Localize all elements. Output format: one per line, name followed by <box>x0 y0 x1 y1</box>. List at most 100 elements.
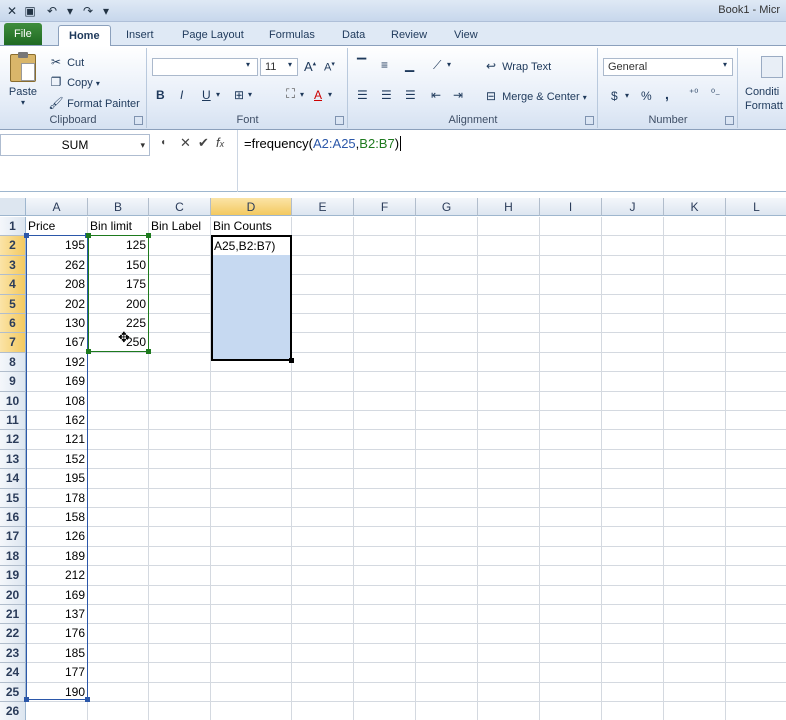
tab-data[interactable]: Data <box>332 25 375 46</box>
range-handle[interactable] <box>24 697 29 702</box>
alignment-launcher-icon[interactable] <box>585 116 594 125</box>
clipboard-launcher-icon[interactable] <box>134 116 143 125</box>
formula-input[interactable]: =frequency(A2:A25,B2:B7) <box>237 130 786 192</box>
cell-A23[interactable]: 185 <box>26 644 88 663</box>
tab-home[interactable]: Home <box>58 25 111 46</box>
range-handle[interactable] <box>146 349 151 354</box>
row-header-22[interactable]: 22 <box>0 624 26 644</box>
comma-button[interactable]: , <box>665 86 669 102</box>
borders-icon[interactable]: ⊞ <box>234 88 244 102</box>
row-header-9[interactable]: 9 <box>0 372 26 392</box>
column-header-G[interactable]: G <box>416 198 478 216</box>
cancel-icon[interactable]: ✕ <box>180 135 191 151</box>
grow-font-icon[interactable]: A▴ <box>304 59 316 74</box>
row-header-15[interactable]: 15 <box>0 488 26 508</box>
cell-A19[interactable]: 212 <box>26 566 88 585</box>
percent-button[interactable]: % <box>641 89 652 103</box>
number-format-select[interactable]: General <box>603 58 733 76</box>
underline-dropdown-icon[interactable]: ▾ <box>216 90 220 99</box>
cell-A16[interactable]: 158 <box>26 508 88 527</box>
cell-D1[interactable]: Bin Counts <box>211 217 292 236</box>
range-handle[interactable] <box>86 349 91 354</box>
increase-decimal-icon[interactable]: ⁺⁰ <box>689 88 698 99</box>
increase-indent-icon[interactable]: ⇥ <box>453 88 463 102</box>
undo-icon[interactable]: ↶ <box>44 3 60 19</box>
cell-A7[interactable]: 167 <box>26 333 88 352</box>
column-header-E[interactable]: E <box>292 198 354 216</box>
column-header-A[interactable]: A <box>26 198 88 216</box>
currency-dropdown-icon[interactable]: ▾ <box>625 91 629 100</box>
row-header-16[interactable]: 16 <box>0 508 26 528</box>
cell-A13[interactable]: 152 <box>26 450 88 469</box>
cell-A11[interactable]: 162 <box>26 411 88 430</box>
merge-dropdown-icon[interactable]: ▾ <box>583 93 587 102</box>
name-box-dropdown-icon[interactable]: ▾ <box>140 135 145 155</box>
cell-B5[interactable]: 200 <box>88 295 149 314</box>
row-header-12[interactable]: 12 <box>0 430 26 450</box>
row-header-19[interactable]: 19 <box>0 566 26 586</box>
cell-A12[interactable]: 121 <box>26 430 88 449</box>
font-color-dropdown-icon[interactable]: ▾ <box>328 90 332 99</box>
cell-A4[interactable]: 208 <box>26 275 88 294</box>
font-name-dropdown-icon[interactable]: ▾ <box>246 60 250 69</box>
align-top-icon[interactable]: ▔ <box>357 58 366 72</box>
font-launcher-icon[interactable] <box>335 116 344 125</box>
cell-A2[interactable]: 195 <box>26 236 88 255</box>
worksheet-grid[interactable]: ABCDEFGHIJKL 1 2 3 4 5 6 7 8 9 10 11 12 13 14 15 16 17 18… <box>0 192 786 720</box>
row-header-5[interactable]: 5 <box>0 294 26 314</box>
cell-A14[interactable]: 195 <box>26 469 88 488</box>
range-handle[interactable] <box>86 233 91 238</box>
row-header-26[interactable]: 26 <box>0 702 26 720</box>
undo-dropdown-icon[interactable]: ▾ <box>62 3 78 19</box>
cell-A25[interactable]: 190 <box>26 683 88 702</box>
italic-button[interactable]: I <box>180 88 183 102</box>
select-all-button[interactable] <box>0 198 26 216</box>
font-size-dropdown-icon[interactable]: ▾ <box>288 60 292 69</box>
resize-handle-icon[interactable]: ◖ <box>160 137 166 148</box>
cell-B1[interactable]: Bin limit <box>88 217 149 236</box>
row-header-25[interactable]: 25 <box>0 682 26 702</box>
cell-A10[interactable]: 108 <box>26 392 88 411</box>
cell-A20[interactable]: 169 <box>26 586 88 605</box>
column-header-L[interactable]: L <box>726 198 786 216</box>
row-header-6[interactable]: 6 <box>0 314 26 334</box>
cell-D2-editing[interactable]: A25,B2:B7) <box>213 237 290 255</box>
fill-color-dropdown-icon[interactable]: ▾ <box>300 90 304 99</box>
column-header-C[interactable]: C <box>149 198 211 216</box>
column-header-I[interactable]: I <box>540 198 602 216</box>
font-color-icon[interactable]: A <box>314 88 322 102</box>
cell-A17[interactable]: 126 <box>26 527 88 546</box>
tab-page-layout[interactable]: Page Layout <box>172 25 254 46</box>
row-header-21[interactable]: 21 <box>0 605 26 625</box>
cell-A3[interactable]: 262 <box>26 256 88 275</box>
row-header-13[interactable]: 13 <box>0 449 26 470</box>
enter-check-icon[interactable]: ✔ <box>198 135 209 151</box>
row-header-1[interactable]: 1 <box>0 217 26 237</box>
orientation-icon[interactable]: ⟋ <box>433 58 441 73</box>
borders-dropdown-icon[interactable]: ▾ <box>248 90 252 99</box>
selected-range-d2-d7[interactable]: A25,B2:B7) <box>211 235 292 361</box>
copy-dropdown-icon[interactable]: ▾ <box>96 79 100 88</box>
align-middle-icon[interactable]: ≡ <box>381 58 388 72</box>
copy-button[interactable]: ❐ Copy ▾ <box>48 74 100 90</box>
row-header-11[interactable]: 11 <box>0 411 26 431</box>
tab-insert[interactable]: Insert <box>116 25 164 46</box>
tab-formulas[interactable]: Formulas <box>259 25 325 46</box>
row-header-24[interactable]: 24 <box>0 663 26 683</box>
cell-A15[interactable]: 178 <box>26 489 88 508</box>
cell-B3[interactable]: 150 <box>88 256 149 275</box>
wrap-text-button[interactable]: ↩ Wrap Text <box>483 58 551 74</box>
row-header-8[interactable]: 8 <box>0 352 26 373</box>
column-header-J[interactable]: J <box>602 198 664 216</box>
orientation-dropdown-icon[interactable]: ▾ <box>447 60 451 69</box>
format-painter-button[interactable]: 🖌 Format Painter <box>48 95 139 111</box>
row-header-7[interactable]: 7 <box>0 333 26 353</box>
range-handle[interactable] <box>24 233 29 238</box>
align-center-icon[interactable]: ☰ <box>381 88 392 102</box>
merge-center-button[interactable]: ⊟ Merge & Center ▾ <box>483 88 587 104</box>
cell-A21[interactable]: 137 <box>26 605 88 624</box>
name-box[interactable]: SUM ▾ <box>0 134 150 156</box>
column-header-F[interactable]: F <box>354 198 416 216</box>
number-launcher-icon[interactable] <box>725 116 734 125</box>
redo-icon[interactable]: ↷ <box>80 3 96 19</box>
